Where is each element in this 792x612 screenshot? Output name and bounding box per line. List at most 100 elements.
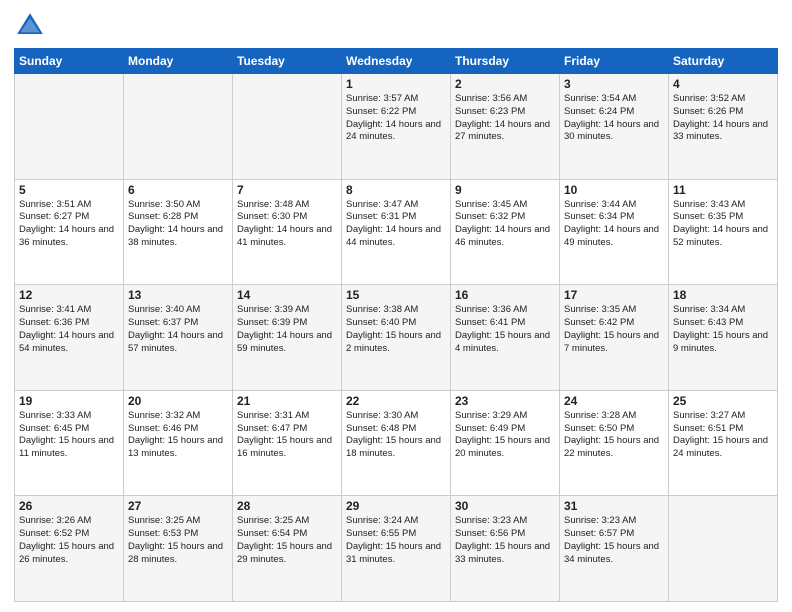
day-number: 10 — [564, 183, 664, 197]
calendar-cell: 23 Sunrise: 3:29 AM Sunset: 6:49 PM Dayli… — [451, 390, 560, 496]
day-number: 7 — [237, 183, 337, 197]
day-info: Sunrise: 3:44 AM Sunset: 6:34 PM Dayligh… — [564, 199, 664, 250]
calendar-cell: 21 Sunrise: 3:31 AM Sunset: 6:47 PM Dayli… — [233, 390, 342, 496]
weekday-header-monday: Monday — [124, 49, 233, 74]
calendar-cell: 31Sunrise: 3:23 AM Sunset: 6:57 PM Dayli… — [560, 496, 669, 602]
calendar-cell: 5 Sunrise: 3:51 AM Sunset: 6:27 PM Daylig… — [15, 179, 124, 285]
day-number: 29 — [346, 499, 446, 513]
day-number: 2 — [455, 77, 555, 91]
day-info: Sunrise: 3:43 AM Sunset: 6:35 PM Dayligh… — [673, 199, 773, 250]
day-info: Sunrise: 3:50 AM Sunset: 6:28 PM Dayligh… — [128, 199, 228, 250]
calendar-row-3: 19 Sunrise: 3:33 AM Sunset: 6:45 PM Dayli… — [15, 390, 778, 496]
calendar-cell: 19 Sunrise: 3:33 AM Sunset: 6:45 PM Dayli… — [15, 390, 124, 496]
calendar-cell: 30Sunrise: 3:23 AM Sunset: 6:56 PM Dayli… — [451, 496, 560, 602]
day-info: Sunrise: 3:45 AM Sunset: 6:32 PM Dayligh… — [455, 199, 555, 250]
day-number: 23 — [455, 394, 555, 408]
weekday-header-sunday: Sunday — [15, 49, 124, 74]
calendar-cell: 29 Sunrise: 3:24 AM Sunset: 6:55 PM Dayli… — [342, 496, 451, 602]
weekday-header-thursday: Thursday — [451, 49, 560, 74]
calendar-row-2: 12 Sunrise: 3:41 AM Sunset: 6:36 PM Dayli… — [15, 285, 778, 391]
day-number: 5 — [19, 183, 119, 197]
day-number: 9 — [455, 183, 555, 197]
day-number: 3 — [564, 77, 664, 91]
day-info: Sunrise: 3:29 AM Sunset: 6:49 PM Dayligh… — [455, 410, 555, 461]
day-info: Sunrise: 3:38 AM Sunset: 6:40 PM Dayligh… — [346, 304, 446, 355]
day-number: 6 — [128, 183, 228, 197]
calendar-cell: 7 Sunrise: 3:48 AM Sunset: 6:30 PM Daylig… — [233, 179, 342, 285]
calendar-table: SundayMondayTuesdayWednesdayThursdayFrid… — [14, 48, 778, 602]
day-info: Sunrise: 3:41 AM Sunset: 6:36 PM Dayligh… — [19, 304, 119, 355]
day-info: Sunrise: 3:30 AM Sunset: 6:48 PM Dayligh… — [346, 410, 446, 461]
calendar-cell: 2 Sunrise: 3:56 AM Sunset: 6:23 PM Daylig… — [451, 74, 560, 180]
weekday-header-wednesday: Wednesday — [342, 49, 451, 74]
day-info: Sunrise: 3:40 AM Sunset: 6:37 PM Dayligh… — [128, 304, 228, 355]
day-info: Sunrise: 3:25 AM Sunset: 6:54 PM Dayligh… — [237, 515, 337, 566]
day-info: Sunrise: 3:39 AM Sunset: 6:39 PM Dayligh… — [237, 304, 337, 355]
calendar-cell: 12 Sunrise: 3:41 AM Sunset: 6:36 PM Dayli… — [15, 285, 124, 391]
day-info: Sunrise: 3:57 AM Sunset: 6:22 PM Dayligh… — [346, 93, 446, 144]
day-info: Sunrise: 3:23 AM Sunset: 6:57 PM Dayligh… — [564, 515, 664, 566]
day-number: 24 — [564, 394, 664, 408]
calendar-cell: 15Sunrise: 3:38 AM Sunset: 6:40 PM Dayli… — [342, 285, 451, 391]
calendar-cell: 9 Sunrise: 3:45 AM Sunset: 6:32 PM Daylig… — [451, 179, 560, 285]
calendar-row-1: 5 Sunrise: 3:51 AM Sunset: 6:27 PM Daylig… — [15, 179, 778, 285]
day-info: Sunrise: 3:27 AM Sunset: 6:51 PM Dayligh… — [673, 410, 773, 461]
day-info: Sunrise: 3:52 AM Sunset: 6:26 PM Dayligh… — [673, 93, 773, 144]
day-info: Sunrise: 3:26 AM Sunset: 6:52 PM Dayligh… — [19, 515, 119, 566]
day-number: 28 — [237, 499, 337, 513]
calendar-cell: 8 Sunrise: 3:47 AM Sunset: 6:31 PM Daylig… — [342, 179, 451, 285]
calendar-row-4: 26 Sunrise: 3:26 AM Sunset: 6:52 PM Dayli… — [15, 496, 778, 602]
calendar-cell: 3 Sunrise: 3:54 AM Sunset: 6:24 PM Daylig… — [560, 74, 669, 180]
weekday-header-tuesday: Tuesday — [233, 49, 342, 74]
day-info: Sunrise: 3:54 AM Sunset: 6:24 PM Dayligh… — [564, 93, 664, 144]
day-number: 12 — [19, 288, 119, 302]
day-info: Sunrise: 3:23 AM Sunset: 6:56 PM Dayligh… — [455, 515, 555, 566]
calendar-cell: 20Sunrise: 3:32 AM Sunset: 6:46 PM Dayli… — [124, 390, 233, 496]
calendar-cell: 18 Sunrise: 3:34 AM Sunset: 6:43 PM Dayli… — [669, 285, 778, 391]
calendar-cell: 16 Sunrise: 3:36 AM Sunset: 6:41 PM Dayli… — [451, 285, 560, 391]
calendar-cell: 26 Sunrise: 3:26 AM Sunset: 6:52 PM Dayli… — [15, 496, 124, 602]
calendar-cell: 10 Sunrise: 3:44 AM Sunset: 6:34 PM Dayli… — [560, 179, 669, 285]
day-info: Sunrise: 3:51 AM Sunset: 6:27 PM Dayligh… — [19, 199, 119, 250]
day-info: Sunrise: 3:48 AM Sunset: 6:30 PM Dayligh… — [237, 199, 337, 250]
calendar-cell: 4Sunrise: 3:52 AM Sunset: 6:26 PM Daylig… — [669, 74, 778, 180]
day-number: 21 — [237, 394, 337, 408]
day-number: 14 — [237, 288, 337, 302]
calendar-row-0: 1Sunrise: 3:57 AM Sunset: 6:22 PM Daylig… — [15, 74, 778, 180]
day-info: Sunrise: 3:24 AM Sunset: 6:55 PM Dayligh… — [346, 515, 446, 566]
day-number: 18 — [673, 288, 773, 302]
weekday-header-saturday: Saturday — [669, 49, 778, 74]
day-info: Sunrise: 3:33 AM Sunset: 6:45 PM Dayligh… — [19, 410, 119, 461]
logo-icon — [14, 10, 46, 42]
page: SundayMondayTuesdayWednesdayThursdayFrid… — [0, 0, 792, 612]
calendar-header-row: SundayMondayTuesdayWednesdayThursdayFrid… — [15, 49, 778, 74]
day-number: 26 — [19, 499, 119, 513]
day-number: 17 — [564, 288, 664, 302]
calendar-cell — [233, 74, 342, 180]
day-number: 27 — [128, 499, 228, 513]
day-number: 13 — [128, 288, 228, 302]
calendar-cell — [15, 74, 124, 180]
calendar-cell: 1Sunrise: 3:57 AM Sunset: 6:22 PM Daylig… — [342, 74, 451, 180]
calendar-cell: 11Sunrise: 3:43 AM Sunset: 6:35 PM Dayli… — [669, 179, 778, 285]
day-info: Sunrise: 3:34 AM Sunset: 6:43 PM Dayligh… — [673, 304, 773, 355]
day-info: Sunrise: 3:28 AM Sunset: 6:50 PM Dayligh… — [564, 410, 664, 461]
day-info: Sunrise: 3:31 AM Sunset: 6:47 PM Dayligh… — [237, 410, 337, 461]
day-number: 25 — [673, 394, 773, 408]
day-number: 8 — [346, 183, 446, 197]
day-info: Sunrise: 3:36 AM Sunset: 6:41 PM Dayligh… — [455, 304, 555, 355]
calendar-cell: 25 Sunrise: 3:27 AM Sunset: 6:51 PM Dayli… — [669, 390, 778, 496]
header — [14, 10, 778, 42]
weekday-header-friday: Friday — [560, 49, 669, 74]
calendar-cell: 13 Sunrise: 3:40 AM Sunset: 6:37 PM Dayli… — [124, 285, 233, 391]
day-number: 22 — [346, 394, 446, 408]
calendar-cell: 17Sunrise: 3:35 AM Sunset: 6:42 PM Dayli… — [560, 285, 669, 391]
day-number: 19 — [19, 394, 119, 408]
calendar-cell: 27Sunrise: 3:25 AM Sunset: 6:53 PM Dayli… — [124, 496, 233, 602]
day-info: Sunrise: 3:56 AM Sunset: 6:23 PM Dayligh… — [455, 93, 555, 144]
day-number: 16 — [455, 288, 555, 302]
day-info: Sunrise: 3:47 AM Sunset: 6:31 PM Dayligh… — [346, 199, 446, 250]
calendar-cell: 24 Sunrise: 3:28 AM Sunset: 6:50 PM Dayli… — [560, 390, 669, 496]
calendar-cell — [124, 74, 233, 180]
day-number: 20 — [128, 394, 228, 408]
